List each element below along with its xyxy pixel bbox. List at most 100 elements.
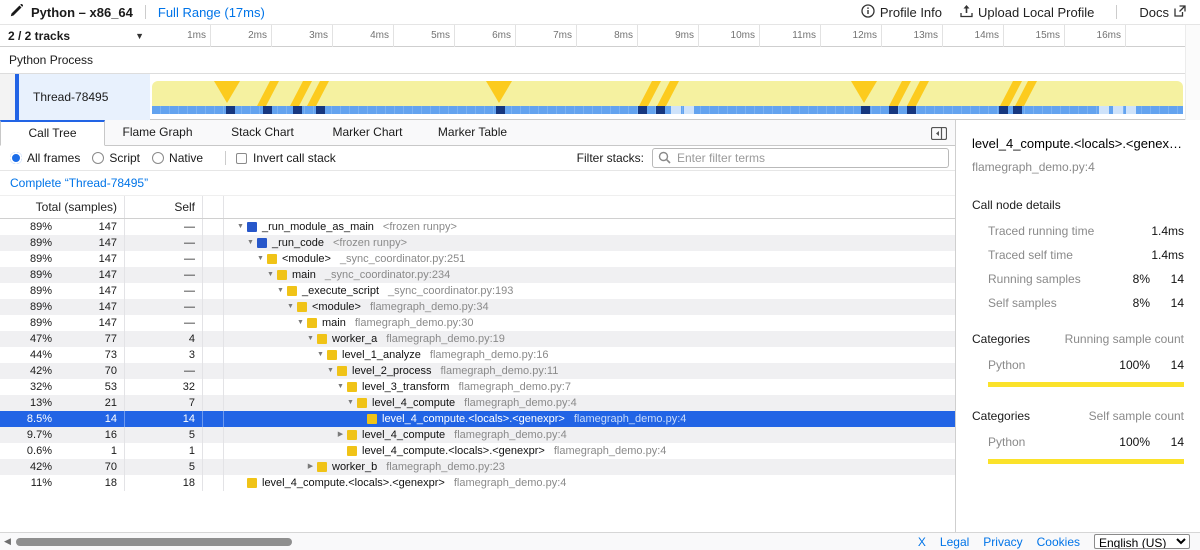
total-count: 21 — [52, 395, 124, 411]
call-tree-row[interactable]: 42%705▶worker_bflamegraph_demo.py:23 — [0, 459, 955, 475]
tab-stack-chart[interactable]: Stack Chart — [210, 120, 315, 146]
call-tree-row[interactable]: 89%147—▼<module>flamegraph_demo.py:34 — [0, 299, 955, 315]
call-tree-row[interactable]: 11%1818level_4_compute.<locals>.<genexpr… — [0, 475, 955, 491]
sidebar-detail-row: Traced self time1.4ms — [988, 248, 1184, 262]
collapse-arrow-icon[interactable]: ▼ — [314, 347, 327, 363]
tab-flame-graph[interactable]: Flame Graph — [105, 120, 210, 146]
function-file: flamegraph_demo.py:19 — [386, 331, 505, 347]
sample-marker-dark — [861, 106, 870, 114]
row-icon-cell — [203, 331, 224, 347]
profile-info-button[interactable]: Profile Info — [861, 4, 942, 21]
call-tree-row[interactable]: 89%147—▼_run_code<frozen runpy> — [0, 235, 955, 251]
call-tree-row[interactable]: 89%147—▼_run_module_as_main<frozen runpy… — [0, 219, 955, 235]
full-range-link[interactable]: Full Range (17ms) — [158, 5, 265, 20]
total-count: 147 — [52, 299, 124, 315]
self-count-cell: — — [125, 251, 203, 267]
sidebar-detail-row: Self samples8%14 — [988, 296, 1184, 310]
function-name: worker_b — [332, 459, 377, 475]
row-icon-cell — [203, 299, 224, 315]
cpu-usage-band — [152, 81, 1183, 106]
upload-profile-button[interactable]: Upload Local Profile — [960, 4, 1094, 21]
collapse-arrow-icon[interactable]: ▼ — [264, 267, 277, 283]
collapse-arrow-icon[interactable]: ▼ — [274, 283, 287, 299]
column-header-total[interactable]: Total (samples) — [0, 196, 125, 218]
footer-link-cookies[interactable]: Cookies — [1037, 535, 1080, 549]
collapse-arrow-icon[interactable]: ▼ — [334, 379, 347, 395]
radio-script[interactable]: Script — [92, 151, 140, 165]
total-percent: 89% — [0, 235, 52, 251]
function-name: level_4_compute.<locals>.<genexpr> — [382, 411, 565, 427]
docs-link[interactable]: Docs — [1139, 5, 1186, 20]
categories-label: Categories — [972, 409, 1089, 423]
expand-arrow-icon[interactable]: ▶ — [334, 427, 347, 443]
call-tree-row[interactable]: 89%147—▼<module>_sync_coordinator.py:251 — [0, 251, 955, 267]
total-samples-cell: 32%53 — [0, 379, 125, 395]
collapse-arrow-icon[interactable]: ▼ — [344, 395, 357, 411]
x-social-link[interactable]: X — [918, 535, 926, 549]
collapse-arrow-icon[interactable]: ▼ — [304, 331, 317, 347]
tracks-dropdown[interactable]: 2 / 2 tracks ▼ — [8, 25, 148, 47]
info-icon — [861, 4, 875, 21]
call-tree-row[interactable]: 89%147—▼_execute_script_sync_coordinator… — [0, 283, 955, 299]
tab-call-tree[interactable]: Call Tree — [0, 120, 105, 146]
call-tree-row[interactable]: 89%147—▼main_sync_coordinator.py:234 — [0, 267, 955, 283]
collapse-arrow-icon[interactable]: ▼ — [294, 315, 307, 331]
category-name: Python — [988, 358, 1110, 372]
total-percent: 32% — [0, 379, 52, 395]
edit-pencil-icon[interactable] — [10, 4, 23, 20]
total-percent: 42% — [0, 363, 52, 379]
call-tree-row[interactable]: 0.6%11level_4_compute.<locals>.<genexpr>… — [0, 443, 955, 459]
selected-node-file: flamegraph_demo.py:4 — [972, 160, 1184, 174]
function-name: level_1_analyze — [342, 347, 421, 363]
call-tree-row[interactable]: 44%733▼level_1_analyzeflamegraph_demo.py… — [0, 347, 955, 363]
radio-all-frames[interactable]: All frames — [10, 151, 80, 165]
language-select[interactable]: English (US) — [1094, 534, 1190, 549]
call-tree-row[interactable]: 9.7%165▶level_4_computeflamegraph_demo.p… — [0, 427, 955, 443]
category-square-icon — [287, 286, 297, 296]
row-icon-cell — [203, 347, 224, 363]
timeline-ruler: 2 / 2 tracks ▼ 1ms2ms3ms4ms5ms6ms7ms8ms9… — [0, 25, 1200, 47]
total-samples-cell: 47%77 — [0, 331, 125, 347]
invert-call-stack-checkbox[interactable]: Invert call stack — [236, 151, 336, 165]
footer-link-privacy[interactable]: Privacy — [983, 535, 1022, 549]
tab-marker-chart[interactable]: Marker Chart — [315, 120, 420, 146]
column-header-self[interactable]: Self — [125, 196, 203, 218]
sidebar-toggle-button[interactable] — [928, 124, 950, 142]
filter-stacks-input[interactable] — [652, 148, 949, 168]
self-count-cell: 5 — [125, 459, 203, 475]
self-count-cell: 7 — [125, 395, 203, 411]
total-samples-cell: 89%147 — [0, 299, 125, 315]
radio-native[interactable]: Native — [152, 151, 203, 165]
call-tree-row[interactable]: 47%774▼worker_aflamegraph_demo.py:19 — [0, 331, 955, 347]
collapse-arrow-icon[interactable]: ▼ — [244, 235, 257, 251]
footer-link-legal[interactable]: Legal — [940, 535, 969, 549]
total-count: 70 — [52, 459, 124, 475]
ruler-tick: 7ms — [516, 25, 577, 47]
total-percent: 44% — [0, 347, 52, 363]
scroll-left-arrow-icon[interactable]: ◀ — [4, 536, 11, 547]
collapse-arrow-icon[interactable]: ▼ — [234, 219, 247, 235]
thread-track-label[interactable]: Thread-78495 — [19, 74, 150, 120]
collapse-arrow-icon[interactable]: ▼ — [284, 299, 297, 315]
call-tree-row[interactable]: 8.5%1414level_4_compute.<locals>.<genexp… — [0, 411, 955, 427]
call-tree-row[interactable]: 13%217▼level_4_computeflamegraph_demo.py… — [0, 395, 955, 411]
horizontal-scrollbar-thumb[interactable] — [16, 538, 292, 546]
call-tree-row[interactable]: 42%70—▼level_2_processflamegraph_demo.py… — [0, 363, 955, 379]
process-track-header[interactable]: Python Process — [0, 47, 1200, 74]
tab-marker-table[interactable]: Marker Table — [420, 120, 525, 146]
categories-header: CategoriesRunning sample count — [972, 332, 1184, 346]
thread-track[interactable]: Thread-78495 — [0, 74, 1200, 120]
detail-value: 1.4ms — [1150, 248, 1184, 262]
sample-marker-dark — [293, 106, 302, 114]
row-icon-cell — [203, 379, 224, 395]
collapse-arrow-icon[interactable]: ▼ — [254, 251, 267, 267]
ruler-tick: 5ms — [394, 25, 455, 47]
thread-activity-graph[interactable] — [150, 74, 1185, 120]
call-tree-row[interactable]: 32%5332▼level_3_transformflamegraph_demo… — [0, 379, 955, 395]
call-tree-row[interactable]: 89%147—▼mainflamegraph_demo.py:30 — [0, 315, 955, 331]
radio-icon — [92, 152, 104, 164]
collapse-arrow-icon[interactable]: ▼ — [324, 363, 337, 379]
expand-arrow-icon[interactable]: ▶ — [304, 459, 317, 475]
breadcrumb-complete-thread[interactable]: Complete “Thread-78495” — [10, 176, 148, 190]
legal-links: Legal Privacy Cookies — [940, 535, 1080, 549]
